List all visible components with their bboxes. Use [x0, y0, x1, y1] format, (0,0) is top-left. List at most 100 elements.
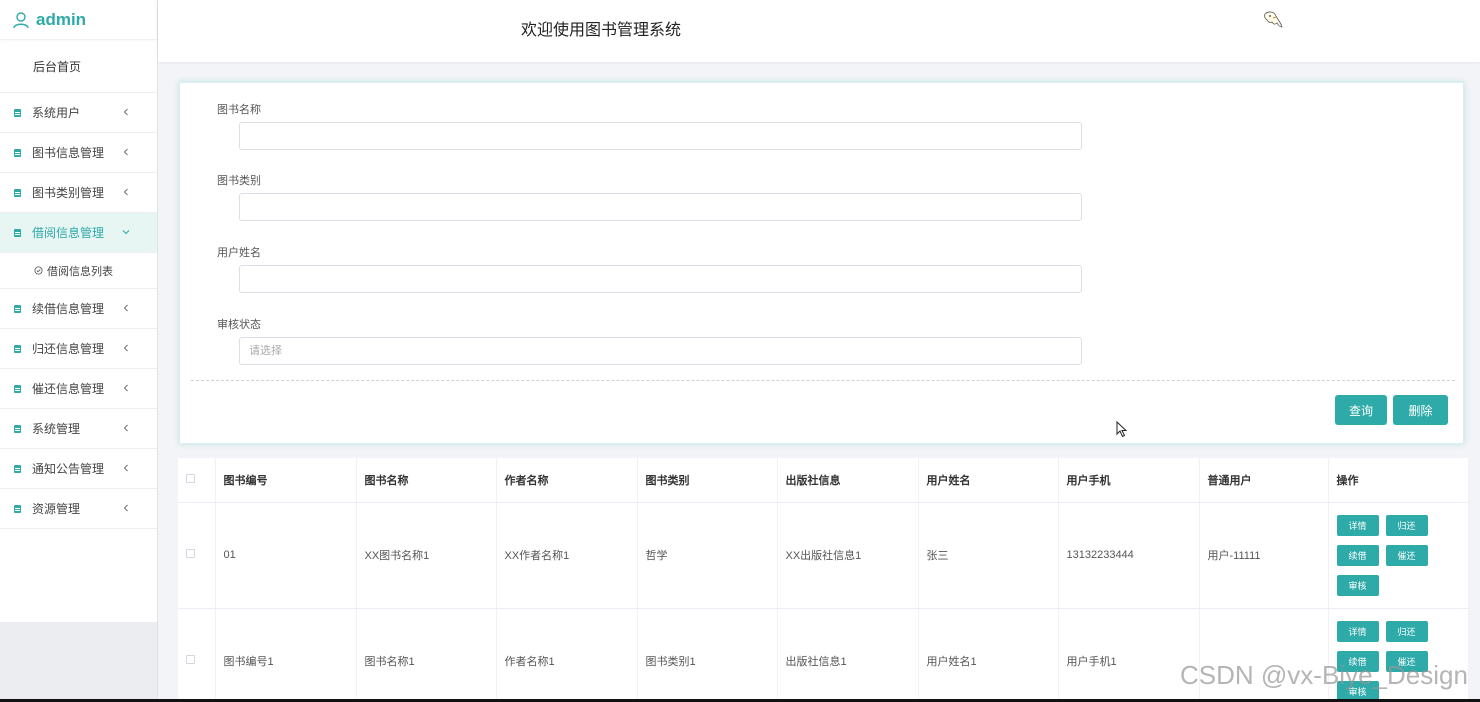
document-icon [14, 464, 21, 473]
brand-name: admin [36, 9, 87, 29]
check-circle-icon [34, 266, 43, 275]
sidebar-item-label: 续借信息管理 [32, 302, 105, 316]
document-icon [14, 108, 21, 117]
delete-button[interactable]: 删除 [1393, 395, 1448, 425]
book-name-input[interactable] [239, 122, 1082, 150]
sidebar-item-home[interactable]: 后台首页 [0, 40, 157, 93]
document-icon [14, 148, 21, 157]
mouse-cursor-icon [1116, 421, 1128, 438]
sidebar-item-label: 图书类别管理 [32, 186, 105, 200]
sidebar-item-label: 归还信息管理 [32, 342, 105, 356]
column-header: 普通用户 [1199, 458, 1329, 503]
chevron-left-icon [123, 344, 128, 352]
sidebar-item-label: 催还信息管理 [32, 382, 105, 396]
table-cell: 用户手机1 [1058, 608, 1200, 702]
user-name-input[interactable] [239, 265, 1082, 293]
table-header-row: 图书编号 图书名称 作者名称 图书类别 出版社信息 用户姓名 用户手机 普通用户… [178, 458, 1469, 503]
brand: admin [0, 0, 157, 40]
book-category-label: 图书类别 [217, 175, 261, 187]
chevron-left-icon [123, 464, 128, 472]
column-header: 作者名称 [496, 458, 638, 503]
table-cell: 图书编号1 [215, 608, 357, 702]
chevron-down-icon [122, 230, 130, 235]
top-header: 欢迎使用图书管理系统 [158, 0, 1480, 62]
review-button[interactable]: 审核 [1336, 574, 1379, 596]
column-header: 图书编号 [215, 458, 357, 503]
chevron-left-icon [123, 304, 128, 312]
column-header: 操作 [1328, 458, 1469, 503]
sidebar-item-label: 系统用户 [32, 106, 81, 120]
book-category-input[interactable] [239, 193, 1082, 221]
table-cell: 作者名称1 [496, 608, 638, 702]
search-form: 图书名称 图书类别 用户姓名 审核状态 查询 删除 [179, 82, 1464, 444]
chevron-left-icon [123, 504, 128, 512]
column-header: 用户姓名 [918, 458, 1059, 503]
table-cell: 用户-11111 [1199, 502, 1329, 609]
detail-button[interactable]: 详情 [1336, 620, 1379, 642]
table-cell: 哲学 [637, 502, 778, 609]
query-button[interactable]: 查询 [1335, 395, 1387, 425]
table-row: 01 XX图书名称1 XX作者名称1 哲学 XX出版社信息1 张三 131322… [178, 502, 1469, 609]
column-header: 图书类别 [637, 458, 778, 503]
sidebar-item-label: 系统管理 [32, 422, 81, 436]
table-cell: 出版社信息1 [777, 608, 919, 702]
actions-cell: 详情 归还 续借 催还 审核 [1328, 502, 1469, 609]
review-status-label: 审核状态 [217, 319, 261, 331]
table-cell: XX图书名称1 [356, 502, 497, 609]
column-header: 用户手机 [1058, 458, 1200, 503]
document-icon [14, 304, 21, 313]
chevron-left-icon [123, 188, 128, 196]
avatar[interactable] [1259, 8, 1285, 34]
sidebar-item-book-category[interactable]: 图书类别管理 [0, 173, 157, 213]
column-header: 图书名称 [356, 458, 497, 503]
row-select-cell [178, 502, 216, 609]
page-title: 欢迎使用图书管理系统 [521, 22, 682, 39]
sidebar-subitem-label: 借阅信息列表 [47, 265, 113, 278]
sidebar-item-book-info[interactable]: 图书信息管理 [0, 133, 157, 173]
table-cell: 张三 [918, 502, 1059, 609]
sidebar-menu: 系统用户 图书信息管理 图书类别管理 借阅信息管理 借阅信息列表 续借信息管理 … [0, 93, 157, 529]
chevron-left-icon [123, 108, 128, 116]
row-checkbox[interactable] [186, 549, 195, 558]
row-checkbox[interactable] [186, 655, 195, 664]
chevron-left-icon [123, 148, 128, 156]
table-cell: 01 [215, 502, 357, 609]
sidebar-subitem-borrow-list[interactable]: 借阅信息列表 [0, 253, 157, 289]
document-icon [14, 228, 21, 237]
detail-button[interactable]: 详情 [1336, 514, 1379, 536]
document-icon [14, 504, 21, 513]
table-cell: 图书类别1 [637, 608, 778, 702]
book-name-label: 图书名称 [217, 104, 261, 116]
return-button[interactable]: 归还 [1385, 620, 1428, 642]
review-status-select[interactable] [239, 337, 1082, 365]
user-name-label: 用户姓名 [217, 247, 261, 259]
select-all-checkbox[interactable] [186, 473, 195, 483]
document-icon [14, 344, 21, 353]
watermark: CSDN @vx-Biye_Design [1180, 660, 1468, 690]
sidebar-item-borrow-info[interactable]: 借阅信息管理 [0, 213, 157, 253]
sidebar-item-return-info[interactable]: 归还信息管理 [0, 329, 157, 369]
sidebar-item-system-management[interactable]: 系统管理 [0, 409, 157, 449]
sidebar-item-resources[interactable]: 资源管理 [0, 489, 157, 529]
app-root: admin 后台首页 系统用户 图书信息管理 图书类别管理 借阅信息管理 借阅信… [0, 0, 1480, 702]
sidebar-item-reminder-info[interactable]: 催还信息管理 [0, 369, 157, 409]
column-header: 出版社信息 [777, 458, 919, 503]
remind-button[interactable]: 催还 [1385, 544, 1428, 566]
sidebar-item-label: 通知公告管理 [32, 462, 105, 476]
document-icon [14, 384, 21, 393]
row-actions: 详情 归还 续借 催还 审核 [1336, 514, 1468, 596]
table-cell: 13132233444 [1058, 502, 1200, 609]
row-select-cell [178, 608, 216, 702]
sidebar-item-system-users[interactable]: 系统用户 [0, 93, 157, 133]
renew-button[interactable]: 续借 [1336, 544, 1379, 566]
sidebar-item-label: 图书信息管理 [32, 146, 105, 160]
table-cell: XX出版社信息1 [777, 502, 919, 609]
return-button[interactable]: 归还 [1385, 514, 1428, 536]
sidebar-item-renew-info[interactable]: 续借信息管理 [0, 289, 157, 329]
sidebar: admin 后台首页 系统用户 图书信息管理 图书类别管理 借阅信息管理 借阅信… [0, 0, 158, 702]
document-icon [14, 424, 21, 433]
sidebar-item-notice[interactable]: 通知公告管理 [0, 449, 157, 489]
table-cell: 图书名称1 [356, 608, 497, 702]
table-cell: 用户姓名1 [918, 608, 1059, 702]
document-icon [14, 188, 21, 197]
